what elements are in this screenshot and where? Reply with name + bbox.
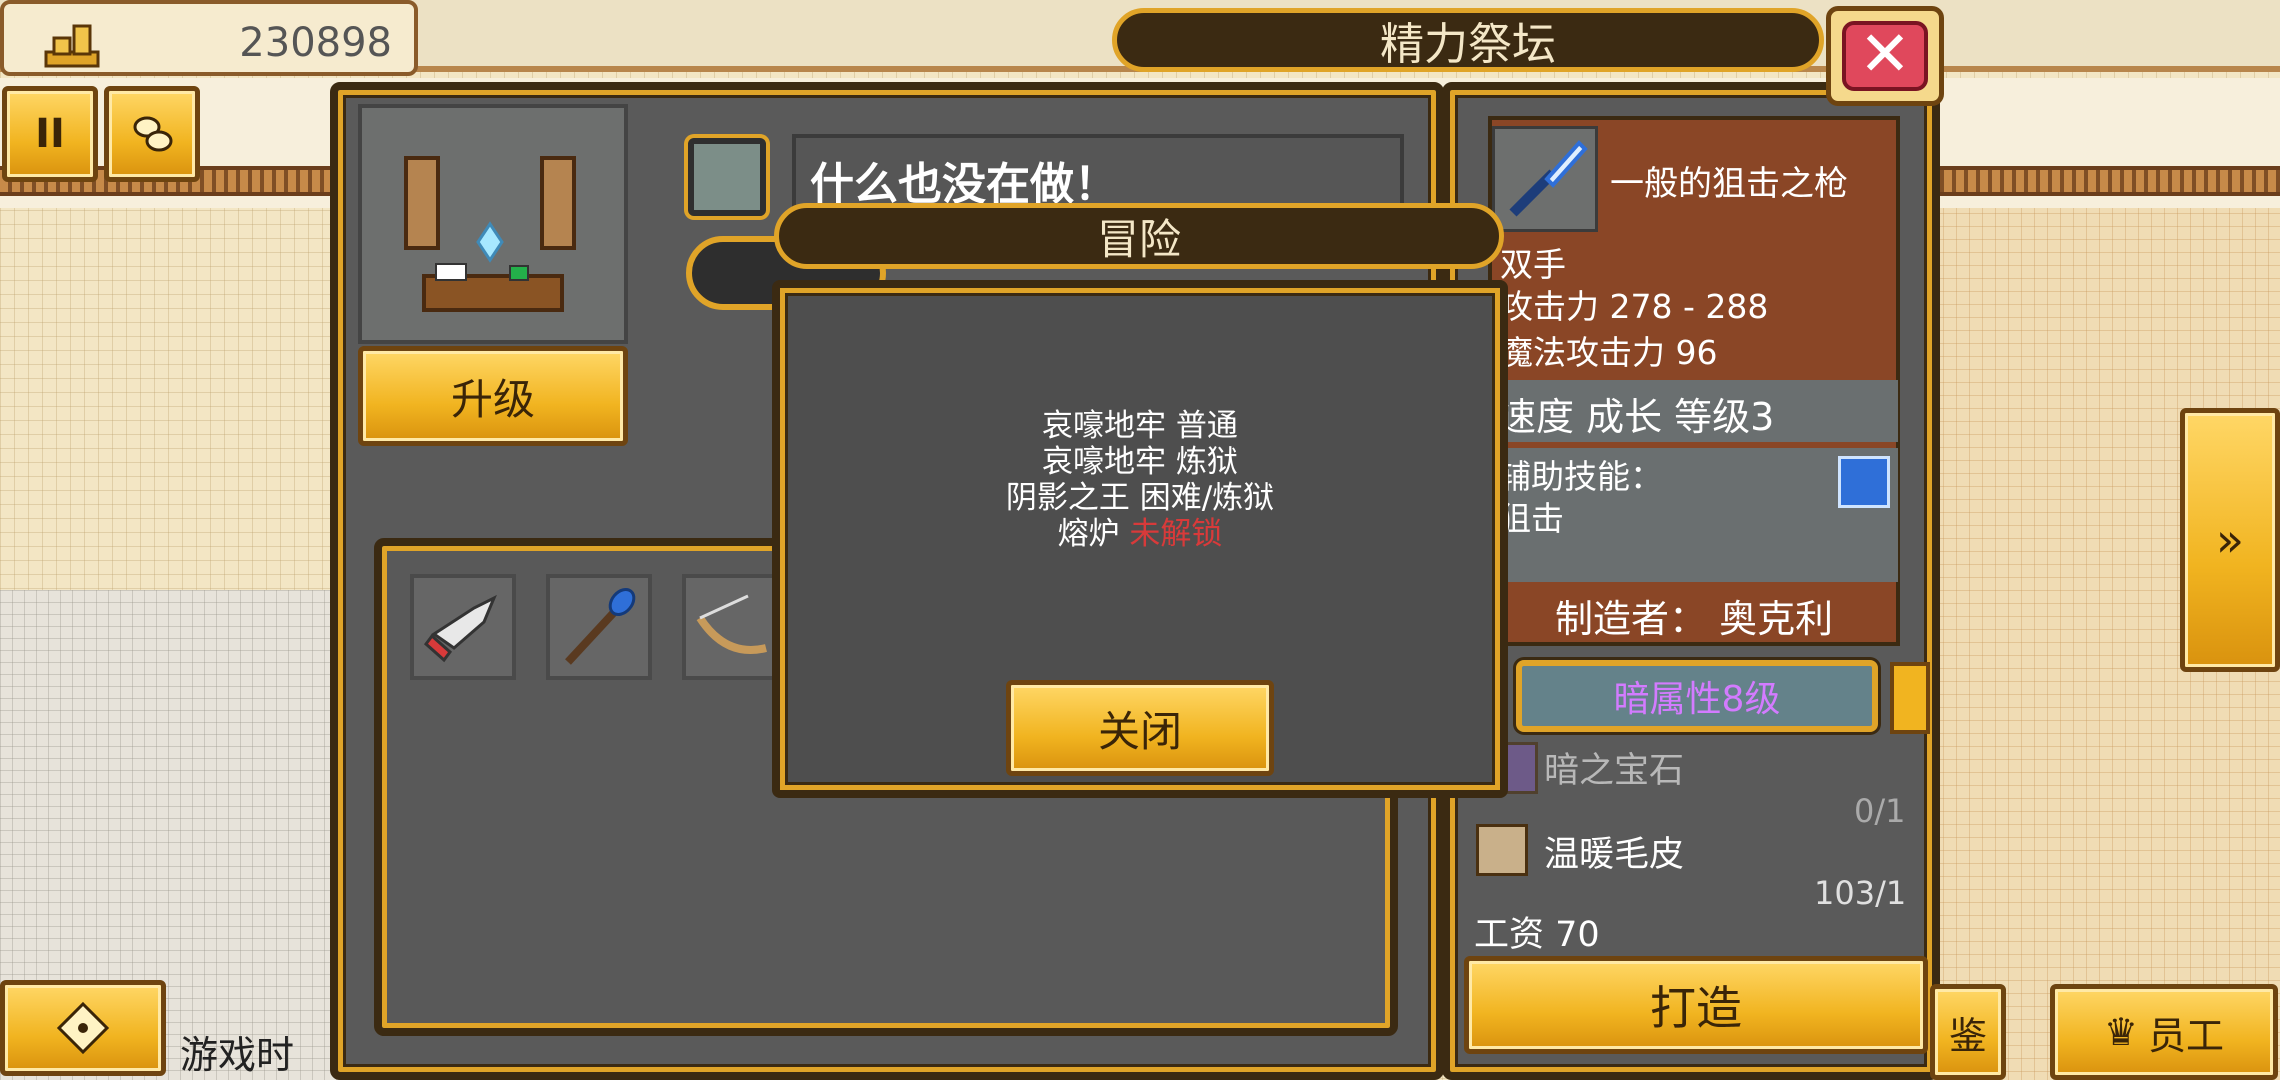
element-label: 暗属性8级 — [1613, 679, 1781, 720]
dialog-title-bar: 冒险 — [774, 203, 1504, 269]
dialog-close-label: 关闭 — [1097, 706, 1182, 756]
speed-growth-level: 速度 成长 等级3 — [1490, 380, 1898, 442]
dungeon-text: 哀嚎地牢 炼狱 — [1042, 444, 1238, 480]
close-panel-button[interactable]: ✕ — [1826, 6, 1944, 106]
blue-staff-icon — [565, 587, 636, 665]
warm-fur-icon — [1476, 824, 1528, 876]
element-next-arrow-icon[interactable] — [1890, 662, 1930, 734]
upgrade-label: 升级 — [450, 374, 535, 424]
bow-icon — [696, 594, 767, 654]
dialog-close-button[interactable]: 关闭 — [1006, 680, 1274, 776]
item-slot-blue-staff[interactable] — [546, 574, 652, 680]
dungeon-text: 熔炉 — [1057, 516, 1130, 552]
dungeon-text: 哀嚎地牢 普通 — [1042, 408, 1238, 444]
dungeon-line: 哀嚎地牢 普通 — [772, 408, 1508, 444]
dungeon-line: 熔炉 未解锁 — [772, 516, 1508, 552]
panel-title-bar: 精力祭坛 — [1112, 8, 1824, 72]
craft-label: 打造 — [1650, 981, 1742, 1035]
material-count-warm-fur: 103/1 — [1814, 874, 1907, 912]
close-x-icon: ✕ — [1842, 21, 1928, 91]
fast-forward-icon: » — [2215, 513, 2245, 567]
crown-icon: ♛ — [2103, 1010, 2139, 1054]
material-count-dark-gem: 0/1 — [1854, 792, 1906, 830]
sniper-lance-icon — [1509, 140, 1588, 217]
altar-preview — [358, 104, 628, 344]
item-slot-red-sword[interactable] — [410, 574, 516, 680]
support-skill-value: 狙击 — [1498, 499, 1564, 538]
auto-work-checkbox[interactable] — [688, 138, 766, 216]
dungeon-text: 阴影之王 困难/炼狱 — [1005, 480, 1275, 516]
red-sword-icon — [423, 594, 497, 663]
altar-icon — [404, 156, 576, 312]
support-skill-label: 辅助技能： — [1498, 457, 1663, 496]
money-value: 230898 — [239, 20, 392, 66]
dungeon-line: 哀嚎地牢 炼狱 — [772, 444, 1508, 480]
dpad-icon — [56, 1001, 110, 1055]
playtime-label: 游戏时 — [180, 1033, 295, 1077]
appraise-label: 鉴 — [1948, 1013, 1987, 1058]
pause-icon: II — [35, 111, 65, 157]
weapon-hand-type: 双手 — [1500, 245, 1566, 284]
weapon-attack: 攻击力 278 - 288 — [1500, 287, 1769, 326]
material-name-warm-fur: 温暖毛皮 — [1544, 835, 1685, 875]
dungeon-line: 阴影之王 困难/炼狱 — [772, 480, 1508, 516]
weapon-name: 一般的狙击之枪 — [1610, 164, 1848, 204]
element-selector[interactable]: 暗属性8级 — [1516, 660, 1878, 732]
coins-icon — [133, 116, 173, 152]
wage-text: 工资 70 — [1474, 915, 1600, 955]
craft-button[interactable]: 打造 — [1464, 956, 1928, 1054]
weapon-maker: 制造者： 奥克利 — [1555, 597, 1834, 641]
weapon-icon-box — [1492, 126, 1598, 232]
dpad-button[interactable] — [0, 980, 166, 1076]
weapon-magic-attack: 魔法攻击力 96 — [1500, 333, 1718, 372]
upgrade-button[interactable]: 升级 — [358, 346, 628, 446]
coin-stack-icon — [44, 24, 100, 68]
locked-label: 未解锁 — [1129, 516, 1223, 552]
staff-label: 员工 — [2148, 1013, 2225, 1058]
pause-button[interactable]: II — [2, 86, 98, 182]
appraise-button[interactable]: 鉴 — [1930, 984, 2006, 1080]
snipe-skill-icon — [1838, 456, 1890, 508]
next-page-button[interactable]: » — [2180, 408, 2280, 672]
support-skill-box: 辅助技能： 狙击 — [1490, 448, 1898, 582]
dialog-title: 冒险 — [1096, 214, 1181, 264]
material-name-dark-gem: 暗之宝石 — [1544, 751, 1685, 791]
money-display: 230898 — [0, 0, 418, 76]
staff-button[interactable]: ♛ 员工 — [2050, 984, 2278, 1080]
dungeon-list: 哀嚎地牢 普通 哀嚎地牢 炼狱 阴影之王 困难/炼狱 熔炉 未解锁 — [772, 408, 1508, 552]
panel-title: 精力祭坛 — [1380, 19, 1556, 70]
coins-button[interactable] — [104, 86, 200, 182]
